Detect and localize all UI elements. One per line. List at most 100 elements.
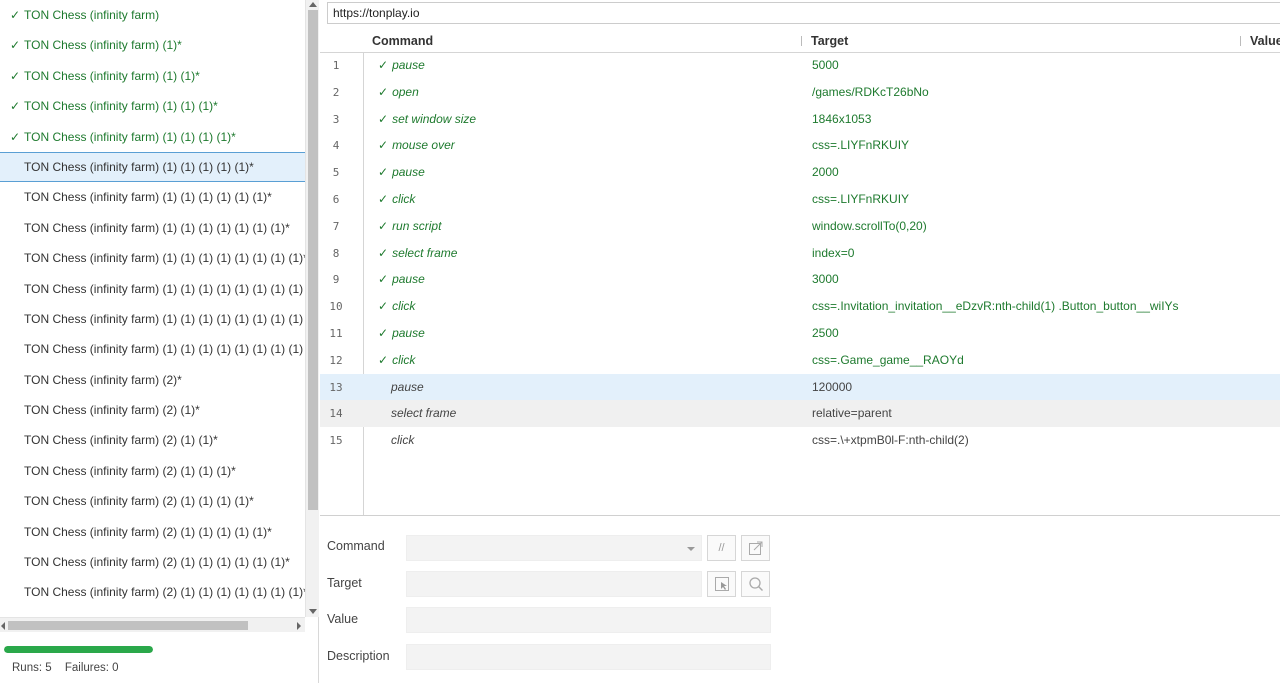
test-list-panel: ✓ TON Chess (infinity farm) ✓ TON Chess (in… bbox=[0, 0, 319, 683]
test-name: TON Chess (infinity farm) (2) (1) (1) (1… bbox=[24, 524, 272, 539]
command-row[interactable]: 13 pause 120000 bbox=[320, 373, 1280, 401]
scrollbar-thumb[interactable] bbox=[308, 10, 318, 510]
command-row[interactable]: 6 ✓ click css=.LIYFnRKUIY bbox=[320, 186, 1280, 213]
line-number: 14 bbox=[329, 407, 343, 421]
test-name: TON Chess (infinity farm) bbox=[24, 8, 160, 22]
line-number: 15 bbox=[329, 434, 343, 448]
command-label: Command bbox=[327, 539, 385, 553]
command-text: click bbox=[391, 433, 415, 448]
test-list-vertical-scrollbar[interactable] bbox=[305, 0, 319, 617]
test-list-horizontal-scrollbar[interactable] bbox=[0, 617, 305, 632]
line-number: 10 bbox=[329, 300, 343, 314]
test-list-item[interactable]: TON Chess (infinity farm) (1) (1) (1) (1… bbox=[0, 334, 305, 364]
test-list-item[interactable]: TON Chess (infinity farm) (1) (1) (1) (1… bbox=[0, 274, 305, 304]
test-list-item[interactable]: TON Chess (infinity farm) (1) (1) (1) (1… bbox=[0, 151, 305, 183]
test-list-item[interactable]: ✓ TON Chess (infinity farm) (1) (1)* bbox=[0, 61, 305, 91]
command-cell: ✓ pause bbox=[378, 326, 425, 340]
scroll-up-icon[interactable] bbox=[309, 2, 317, 7]
scroll-right-icon[interactable] bbox=[297, 622, 301, 630]
test-name: TON Chess (infinity farm) (2) (1) (1) (1… bbox=[24, 494, 254, 509]
column-separator[interactable] bbox=[801, 36, 802, 46]
test-name: TON Chess (infinity farm) (1) (1)* bbox=[24, 68, 200, 83]
command-text: pause bbox=[392, 272, 425, 287]
check-icon: ✓ bbox=[378, 272, 389, 287]
command-row[interactable]: 15 click css=.\+xtpmB0l-F:nth-child(2) bbox=[320, 427, 1280, 454]
line-number: 9 bbox=[332, 273, 340, 287]
command-row[interactable]: 5 ✓ pause 2000 bbox=[320, 159, 1280, 186]
test-list-item[interactable]: TON Chess (infinity farm) (1) (1) (1) (1… bbox=[0, 213, 305, 243]
check-icon: ✓ bbox=[10, 129, 21, 144]
command-row[interactable]: 1 ✓ pause 5000 bbox=[320, 52, 1280, 79]
test-list-item[interactable]: TON Chess (infinity farm) (1) (1) (1) (1… bbox=[0, 182, 305, 212]
line-number: 7 bbox=[332, 219, 340, 233]
header-command: Command bbox=[372, 34, 434, 48]
target-input[interactable] bbox=[406, 571, 702, 597]
command-row[interactable]: 9 ✓ pause 3000 bbox=[320, 266, 1280, 293]
test-list-item[interactable]: TON Chess (infinity farm) (2) (1) (1) (1… bbox=[0, 577, 305, 607]
comment-toggle-button[interactable]: // bbox=[707, 535, 736, 561]
target-cell: 5000 bbox=[812, 58, 839, 72]
command-text: set window size bbox=[392, 111, 477, 126]
test-name: TON Chess (infinity farm) (2) (1)* bbox=[24, 403, 200, 418]
column-separator[interactable] bbox=[1240, 36, 1241, 46]
command-cell: ✓ click bbox=[378, 192, 415, 206]
test-list-item[interactable]: ✓ TON Chess (infinity farm) (1)* bbox=[0, 30, 305, 60]
base-url-input[interactable]: https://tonplay.io bbox=[327, 2, 1280, 24]
command-text: click bbox=[392, 192, 416, 206]
test-list-item[interactable]: TON Chess (infinity farm) (2) (1) (1) (1… bbox=[0, 486, 305, 516]
command-row[interactable]: 4 ✓ mouse over css=.LIYFnRKUIY bbox=[320, 132, 1280, 159]
command-row[interactable]: 7 ✓ run script window.scrollTo(0,20) bbox=[320, 213, 1280, 240]
test-name: TON Chess (infinity farm) (1) (1) (1)* bbox=[24, 99, 218, 114]
line-number: 6 bbox=[332, 193, 340, 206]
test-list-item[interactable]: TON Chess (infinity farm) (2)* bbox=[0, 365, 305, 395]
check-icon: ✓ bbox=[378, 245, 389, 260]
find-target-button[interactable] bbox=[741, 571, 770, 597]
description-input[interactable] bbox=[406, 644, 771, 670]
command-text: pause bbox=[392, 58, 425, 72]
command-select[interactable] bbox=[406, 535, 702, 561]
line-number: 12 bbox=[329, 353, 343, 367]
check-icon: ✓ bbox=[378, 192, 389, 206]
header-target: Target bbox=[811, 34, 849, 48]
command-cell: ✓ pause bbox=[378, 272, 425, 286]
check-icon: ✓ bbox=[378, 58, 389, 72]
test-list-item[interactable]: TON Chess (infinity farm) (2) (1) (1) (1… bbox=[0, 517, 305, 547]
run-stats: Runs: 5 Failures: 0 bbox=[12, 662, 129, 674]
test-list-item[interactable]: TON Chess (infinity farm) (2) (1) (1)* bbox=[0, 425, 305, 455]
test-list-item[interactable]: TON Chess (infinity farm) (1) (1) (1) (1… bbox=[0, 304, 305, 334]
command-row[interactable]: 14 select frame relative=parent bbox=[320, 400, 1280, 428]
target-cell: relative=parent bbox=[812, 406, 892, 421]
check-icon: ✓ bbox=[378, 165, 389, 180]
test-list-item[interactable]: ✓ TON Chess (infinity farm) bbox=[0, 0, 305, 30]
scroll-left-icon[interactable] bbox=[1, 622, 5, 630]
command-row[interactable]: 10 ✓ click css=.Invitation_invitation__eDzv… bbox=[320, 293, 1280, 320]
select-target-button[interactable] bbox=[707, 571, 736, 597]
command-text: open bbox=[392, 84, 419, 99]
description-label: Description bbox=[327, 649, 390, 663]
test-list-item[interactable]: TON Chess (infinity farm) (1) (1) (1) (1… bbox=[0, 243, 305, 273]
value-label: Value bbox=[327, 612, 359, 626]
check-icon: ✓ bbox=[378, 138, 389, 153]
command-row[interactable]: 2 ✓ open/games/RDKcT26bNo bbox=[320, 79, 1280, 106]
test-list-item[interactable]: ✓ TON Chess (infinity farm) (1) (1) (1)* bbox=[0, 91, 305, 121]
check-icon: ✓ bbox=[378, 84, 389, 99]
value-input[interactable] bbox=[406, 607, 771, 633]
test-name: TON Chess (infinity farm) (2) (1) (1) (1… bbox=[24, 555, 290, 570]
test-name: TON Chess (infinity farm) (2) (1) (1) (1… bbox=[24, 585, 305, 600]
command-table-header: Command Target Value bbox=[320, 29, 1280, 53]
test-list-item[interactable]: TON Chess (infinity farm) (2) (1)* bbox=[0, 395, 305, 425]
command-row[interactable]: 8 ✓ select frame index=0 bbox=[320, 240, 1280, 267]
test-list-item[interactable]: TON Chess (infinity farm) (2) (1) (1) (1… bbox=[0, 456, 305, 486]
open-reference-button[interactable] bbox=[741, 535, 770, 561]
scrollbar-thumb[interactable] bbox=[8, 621, 248, 630]
check-icon: ✓ bbox=[378, 299, 389, 314]
command-row[interactable]: 3 ✓ set window size 1846x1053 bbox=[320, 106, 1280, 133]
command-row[interactable]: 12 ✓ click css=.Game_game__RAOYd bbox=[320, 347, 1280, 374]
command-row[interactable]: 11 ✓ pause 2500 bbox=[320, 320, 1280, 347]
command-text: click bbox=[392, 352, 416, 367]
test-list-item[interactable]: ✓ TON Chess (infinity farm) (1) (1) (1) (… bbox=[0, 122, 305, 152]
test-list-item[interactable]: TON Chess (infinity farm) (2) (1) (1) (1… bbox=[0, 547, 305, 577]
command-text: pause bbox=[392, 326, 425, 340]
target-cell: 3000 bbox=[812, 272, 839, 287]
scroll-down-icon[interactable] bbox=[309, 609, 317, 614]
